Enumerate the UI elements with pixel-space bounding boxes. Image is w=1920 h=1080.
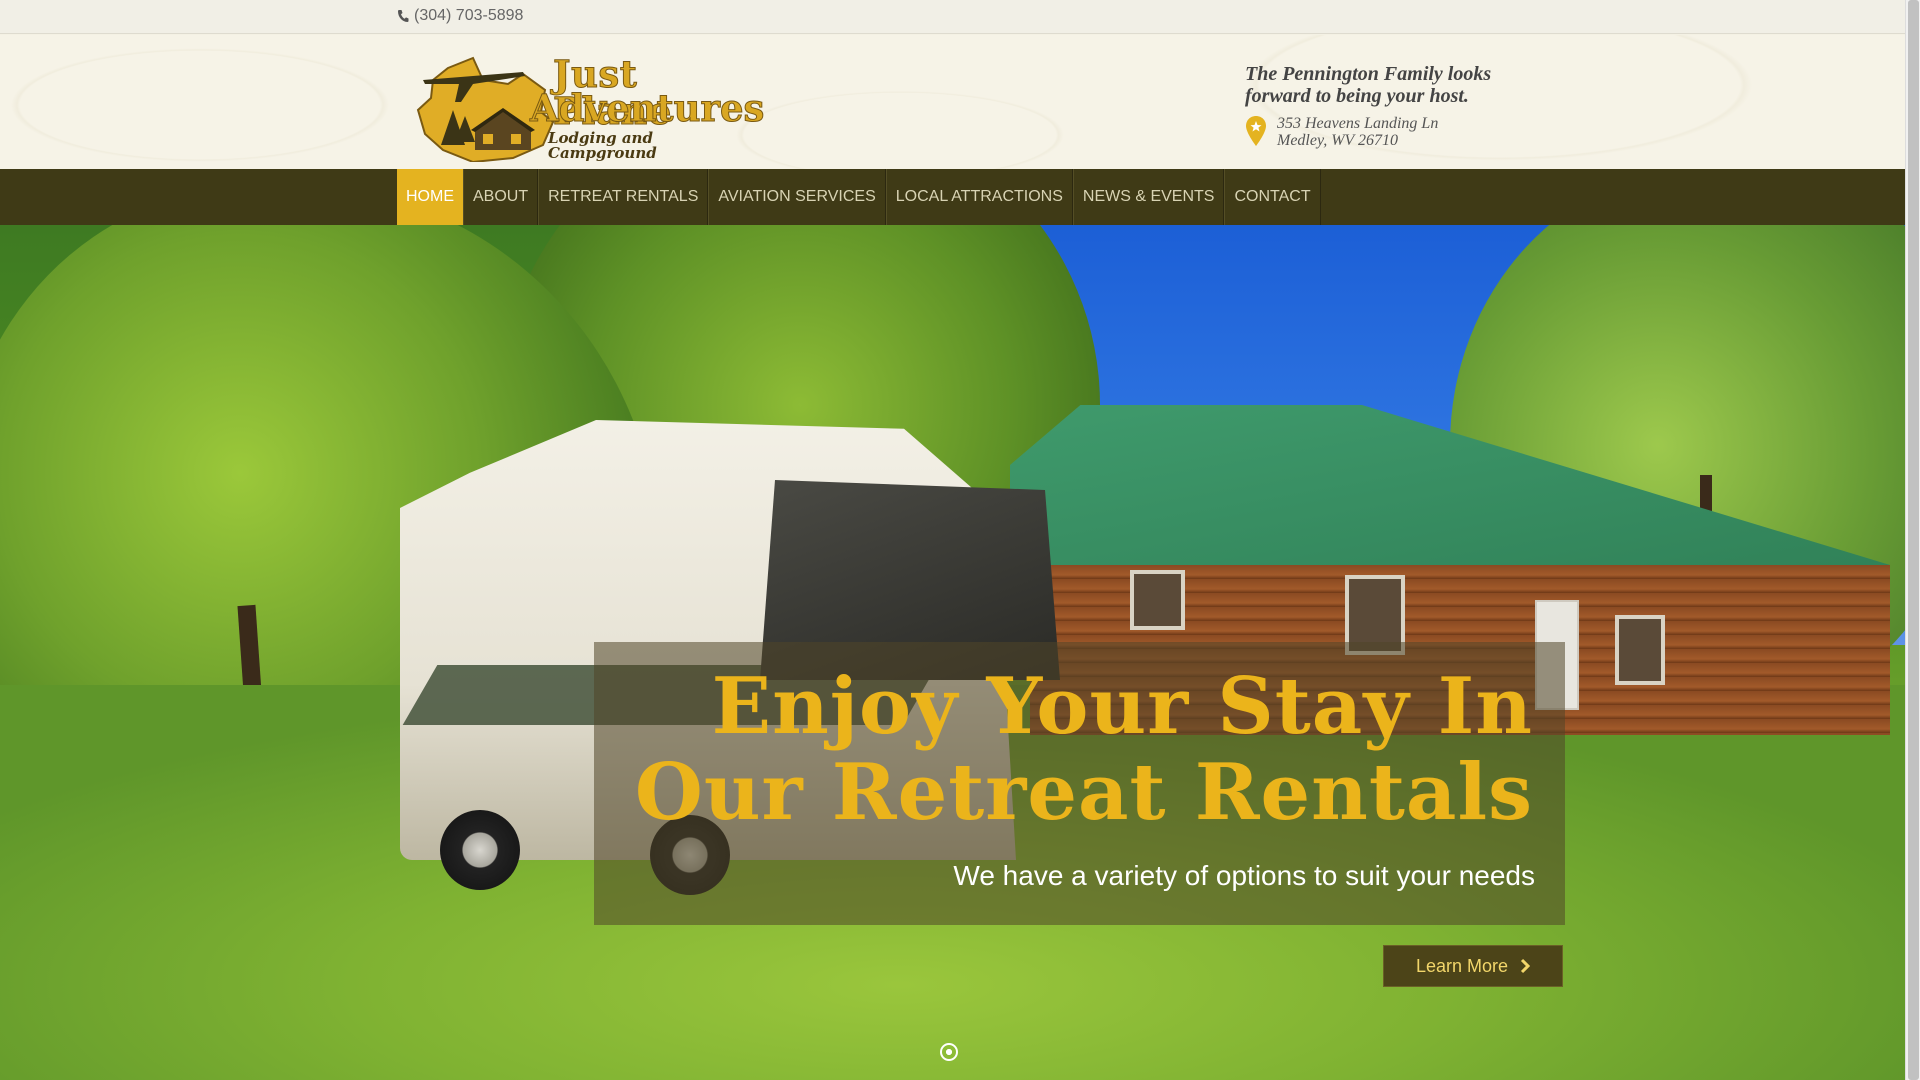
nav-item-retreat-rentals[interactable]: RETREAT RENTALS: [538, 169, 709, 225]
nav-item-about[interactable]: ABOUT: [463, 169, 539, 225]
host-line-2: forward to being your host.: [1245, 85, 1469, 107]
hero-subtitle: We have a variety of options to suit you…: [953, 860, 1535, 891]
cabin-window: [1615, 615, 1665, 685]
page-scrollbar[interactable]: [1905, 0, 1920, 1080]
slider-dot-1[interactable]: [940, 1043, 958, 1061]
main-navigation: HOME ABOUT RETREAT RENTALS AVIATION SERV…: [0, 169, 1905, 225]
address-line-1: 353 Heavens Landing Ln: [1277, 115, 1439, 132]
chevron-right-icon: [1520, 958, 1531, 974]
phone-contact[interactable]: (304) 703-5898: [397, 7, 523, 25]
logo-tagline: Lodging and Campground: [548, 129, 657, 162]
slider-dots: [940, 1043, 958, 1061]
nav-item-home[interactable]: HOME: [397, 169, 463, 225]
hero-caption: Enjoy Your Stay In Our Retreat Rentals W…: [594, 642, 1565, 925]
scrollbar-thumb[interactable]: [1908, 0, 1919, 1080]
nav-item-local-attractions[interactable]: LOCAL ATTRACTIONS: [885, 169, 1073, 225]
hero-title-line-2: Our Retreat Rentals: [634, 747, 1533, 838]
nav-item-contact[interactable]: CONTACT: [1224, 169, 1321, 225]
top-bar: (304) 703-5898: [0, 0, 1905, 34]
phone-icon: [397, 9, 409, 23]
learn-more-label: Learn More: [1415, 955, 1509, 976]
rv-wheel: [440, 810, 520, 890]
site-logo[interactable]: Just Plane Adventures Lodging and Campgr…: [413, 50, 765, 164]
address-block: 353 Heavens Landing Ln Medley, WV 26710: [1245, 115, 1438, 149]
host-message: The Pennington Family looks forward to b…: [1245, 63, 1491, 107]
nav-menu: HOME ABOUT RETREAT RENTALS AVIATION SERV…: [397, 169, 1321, 225]
nav-item-aviation-services[interactable]: AVIATION SERVICES: [708, 169, 886, 225]
address-line-2: Medley, WV 26710: [1277, 132, 1399, 149]
nav-item-news-events[interactable]: NEWS & EVENTS: [1072, 169, 1225, 225]
logo-title-line2: Adventures: [529, 86, 765, 130]
map-pin-icon: [1245, 115, 1267, 149]
cabin-window: [1130, 570, 1185, 630]
hero-title: Enjoy Your Stay In Our Retreat Rentals: [635, 664, 1533, 836]
phone-number: (304) 703-5898: [414, 7, 524, 24]
host-line-1: The Pennington Family looks: [1245, 63, 1492, 85]
hero-title-line-1: Enjoy Your Stay In: [711, 661, 1533, 752]
site-header: Just Plane Adventures Lodging and Campgr…: [0, 35, 1905, 169]
learn-more-button[interactable]: Learn More: [1383, 945, 1563, 987]
